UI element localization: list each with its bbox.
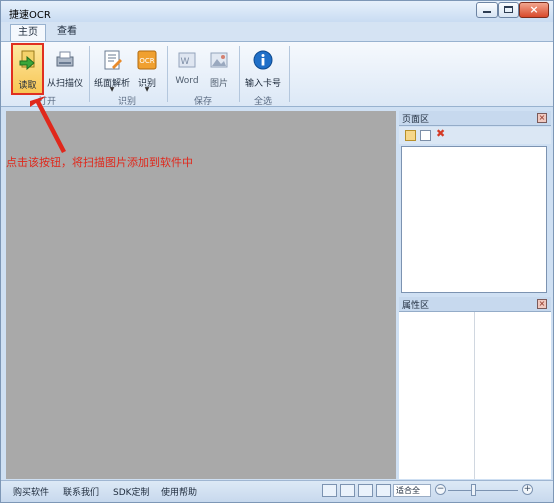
status-bar: 购买软件 联系我们 SDK定制 使用帮助 适合全 − + xyxy=(1,480,553,502)
ribbon-tabs: 主页 查看 xyxy=(1,22,553,42)
close-button[interactable]: × xyxy=(519,2,549,18)
property-panel-header: 属性区 × xyxy=(399,297,551,312)
page-blank-icon[interactable] xyxy=(420,130,431,141)
minimize-icon xyxy=(483,11,491,13)
window-title: 捷速OCR xyxy=(9,10,51,21)
image-icon xyxy=(210,52,228,68)
group-label-select-all: 全选 xyxy=(254,97,273,107)
group-label-recognize: 识别 xyxy=(118,97,137,107)
tab-home[interactable]: 主页 xyxy=(10,24,46,42)
ribbon: 读取 从扫描仪 打开 纸面解析 ▼ OCR 识别 ▼ 识别 W Word 图片 … xyxy=(1,41,553,107)
page-panel-header: 页面区 × xyxy=(399,111,551,126)
group-label-save: 保存 xyxy=(194,97,213,107)
zoom-slider-thumb[interactable] xyxy=(471,484,476,496)
zoom-out-icon[interactable]: − xyxy=(435,484,446,495)
page-view-icon[interactable] xyxy=(405,130,416,141)
minimize-button[interactable] xyxy=(476,2,498,18)
svg-text:OCR: OCR xyxy=(139,57,154,65)
dropdown-arrow-icon: ▼ xyxy=(144,86,150,93)
read-button-label: 读取 xyxy=(18,81,37,91)
svg-text:W: W xyxy=(181,57,190,67)
input-card-label: 输入卡号 xyxy=(244,79,281,89)
zoom-slider-track[interactable] xyxy=(448,490,518,491)
scanner-button[interactable]: 从扫描仪 xyxy=(45,45,85,91)
contact-us-link[interactable]: 联系我们 xyxy=(63,485,99,498)
dropdown-arrow-icon: ▼ xyxy=(109,86,115,93)
delete-icon[interactable]: ✖ xyxy=(436,128,447,140)
group-divider xyxy=(289,46,290,102)
input-card-button[interactable]: 输入卡号 xyxy=(242,45,284,91)
layout-analysis-icon xyxy=(104,50,122,70)
help-link[interactable]: 使用帮助 xyxy=(161,485,197,498)
app-window: 捷速OCR × 主页 查看 读取 从扫描仪 打开 纸面解析 ▼ OCR 识别 ▼… xyxy=(0,0,554,503)
read-button[interactable]: 读取 xyxy=(11,43,44,95)
tab-view[interactable]: 查看 xyxy=(55,24,79,41)
recognize-button[interactable]: OCR 识别 ▼ xyxy=(134,45,160,93)
maximize-button[interactable] xyxy=(498,2,519,18)
title-bar[interactable]: 捷速OCR × xyxy=(1,1,553,22)
word-icon: W xyxy=(178,52,196,68)
buy-software-link[interactable]: 购买软件 xyxy=(13,485,49,498)
split-view-icon[interactable] xyxy=(340,484,355,497)
page-thumbnail-area[interactable] xyxy=(401,146,547,293)
close-icon[interactable]: × xyxy=(537,299,547,309)
ocr-icon: OCR xyxy=(137,50,157,70)
group-divider xyxy=(167,46,168,102)
maximize-icon xyxy=(504,6,513,13)
save-word-button[interactable]: W Word xyxy=(172,45,202,91)
close-icon: × xyxy=(529,3,539,16)
annotation-text: 点击该按钮，将扫描图片添加到软件中 xyxy=(6,156,193,169)
scanner-icon xyxy=(56,51,74,67)
property-panel-title: 属性区 xyxy=(402,301,430,311)
property-divider xyxy=(474,312,475,479)
read-file-icon xyxy=(19,50,35,71)
text-view-icon[interactable] xyxy=(358,484,373,497)
zoom-in-icon[interactable]: + xyxy=(522,484,533,495)
view-mode-icon[interactable] xyxy=(322,484,337,497)
annotation-arrow xyxy=(30,96,66,153)
close-icon[interactable]: × xyxy=(537,113,547,123)
sdk-custom-link[interactable]: SDK定制 xyxy=(113,485,150,498)
info-icon xyxy=(253,50,273,70)
scanner-button-label: 从扫描仪 xyxy=(46,79,83,89)
layout-analysis-button[interactable]: 纸面解析 ▼ xyxy=(93,45,131,93)
page-panel-title: 页面区 xyxy=(402,115,430,125)
group-divider xyxy=(89,46,90,102)
page-view-icon[interactable] xyxy=(376,484,391,497)
save-image-label: 图片 xyxy=(209,79,228,89)
group-divider xyxy=(239,46,240,102)
zoom-select[interactable]: 适合全 xyxy=(393,484,431,497)
save-image-button[interactable]: 图片 xyxy=(204,45,234,91)
property-grid[interactable] xyxy=(399,312,551,479)
save-word-label: Word xyxy=(175,76,199,86)
page-panel-toolbar: ✖ xyxy=(399,127,551,144)
